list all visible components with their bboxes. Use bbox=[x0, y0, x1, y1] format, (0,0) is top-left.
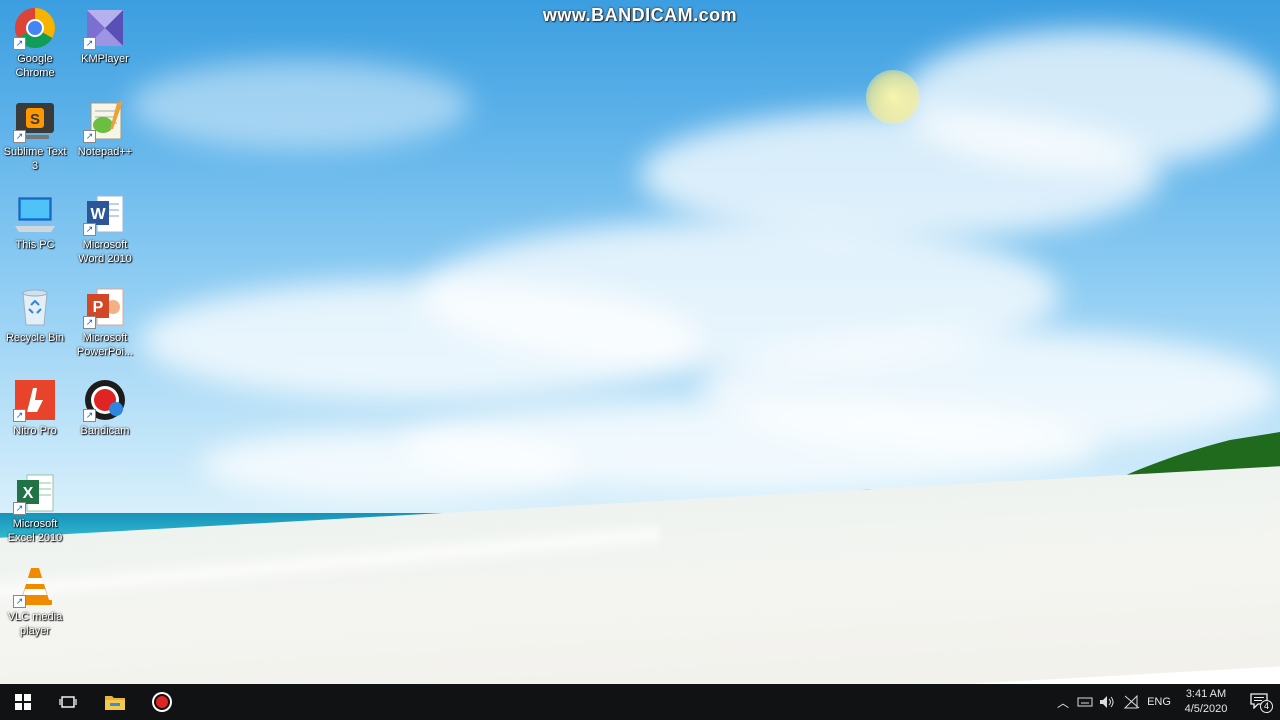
desktop-icon-label: Notepad++ bbox=[77, 146, 133, 158]
svg-text:S: S bbox=[30, 111, 40, 128]
keyboard-icon bbox=[1077, 697, 1093, 707]
bandicam-watermark: www.BANDICAM.com bbox=[542, 5, 738, 25]
desktop-icon-recycle-bin[interactable]: Recycle Bin bbox=[0, 285, 70, 345]
taskbar: ︿ ENG 3:41 AM 4/5/2020 4 bbox=[0, 684, 1280, 720]
desktop-icon-vlc[interactable]: ↗ VLC media player bbox=[0, 564, 70, 638]
recycle-bin-icon bbox=[13, 285, 57, 329]
notification-icon: 4 bbox=[1250, 693, 1273, 713]
desktop-icon-label: Sublime Text 3 bbox=[3, 146, 67, 172]
desktop-icon-label: Microsoft PowerPoi... bbox=[76, 332, 134, 358]
desktop-icon-label: Bandicam bbox=[80, 425, 130, 437]
network-icon bbox=[1124, 695, 1140, 709]
desktop-icon-label: Recycle Bin bbox=[5, 332, 65, 344]
sublime-text-icon: S ↗ bbox=[13, 99, 57, 143]
file-explorer-icon bbox=[105, 696, 125, 710]
desktop-icon-nitro-pro[interactable]: ↗ Nitro Pro bbox=[0, 378, 70, 438]
vlc-icon: ↗ bbox=[13, 564, 57, 608]
desktop-icon-google-chrome[interactable]: ↗ Google Chrome bbox=[0, 6, 70, 80]
tray-network-button[interactable] bbox=[1120, 684, 1144, 720]
desktop-icon-label: This PC bbox=[15, 239, 55, 251]
desktop-icon-label: Google Chrome bbox=[15, 53, 55, 79]
desktop-icon-powerpoint[interactable]: P ↗ Microsoft PowerPoi... bbox=[70, 285, 140, 359]
desktop-icon-excel[interactable]: X ↗ Microsoft Excel 2010 bbox=[0, 471, 70, 545]
chevron-up-icon: ︿ bbox=[1056, 695, 1069, 710]
nitro-pro-icon: ↗ bbox=[13, 378, 57, 422]
svg-text:W: W bbox=[90, 206, 106, 223]
desktop-icon-bandicam[interactable]: ↗ Bandicam bbox=[70, 378, 140, 438]
svg-text:P: P bbox=[93, 299, 104, 316]
desktop-icon-notepadpp[interactable]: ↗ Notepad++ bbox=[70, 99, 140, 159]
desktop-icon-label: Microsoft Word 2010 bbox=[78, 239, 132, 265]
this-pc-icon bbox=[13, 192, 57, 236]
excel-icon: X ↗ bbox=[13, 471, 57, 515]
powerpoint-icon: P ↗ bbox=[83, 285, 127, 329]
file-explorer-button[interactable] bbox=[92, 684, 138, 720]
word-icon: W ↗ bbox=[83, 192, 127, 236]
task-view-button[interactable] bbox=[45, 684, 91, 720]
tray-volume-button[interactable] bbox=[1096, 684, 1118, 720]
chrome-icon: ↗ bbox=[13, 6, 57, 50]
kmplayer-icon: ↗ bbox=[83, 6, 127, 50]
speaker-icon bbox=[1100, 696, 1114, 708]
desktop-icon-kmplayer[interactable]: ↗ KMPlayer bbox=[70, 6, 140, 66]
svg-text:X: X bbox=[23, 485, 34, 502]
clock[interactable]: 3:41 AM 4/5/2020 bbox=[1178, 687, 1234, 717]
show-hidden-icons-button[interactable]: ︿ bbox=[1052, 684, 1074, 720]
bandicam-taskbar-button[interactable] bbox=[139, 684, 185, 720]
notepadpp-icon: ↗ bbox=[83, 99, 127, 143]
tray-keyboard-button[interactable] bbox=[1074, 684, 1096, 720]
desktop-icon-this-pc[interactable]: This PC bbox=[0, 192, 70, 252]
desktop-icon-sublime-text[interactable]: S ↗ Sublime Text 3 bbox=[0, 99, 70, 173]
clock-time: 3:41 AM bbox=[1185, 688, 1227, 700]
language-indicator[interactable]: ENG bbox=[1144, 684, 1174, 720]
desktop-icon-label: KMPlayer bbox=[81, 53, 129, 65]
bandicam-icon: ↗ bbox=[83, 378, 127, 422]
clock-date: 4/5/2020 bbox=[1184, 703, 1228, 715]
desktop-wallpaper[interactable]: www.BANDICAM.com bbox=[0, 0, 1280, 684]
desktop-icon-word[interactable]: W ↗ Microsoft Word 2010 bbox=[70, 192, 140, 266]
notification-count-badge: 4 bbox=[1260, 700, 1273, 713]
windows-start-icon bbox=[15, 694, 31, 710]
action-center-button[interactable]: 4 bbox=[1240, 684, 1280, 720]
desktop-icon-label: Microsoft Excel 2010 bbox=[7, 518, 63, 544]
desktop-icon-label: VLC media player bbox=[7, 611, 63, 637]
bandicam-record-icon bbox=[152, 692, 172, 712]
task-view-icon bbox=[59, 696, 77, 708]
start-button[interactable] bbox=[0, 684, 46, 720]
desktop-icon-label: Nitro Pro bbox=[13, 425, 57, 437]
